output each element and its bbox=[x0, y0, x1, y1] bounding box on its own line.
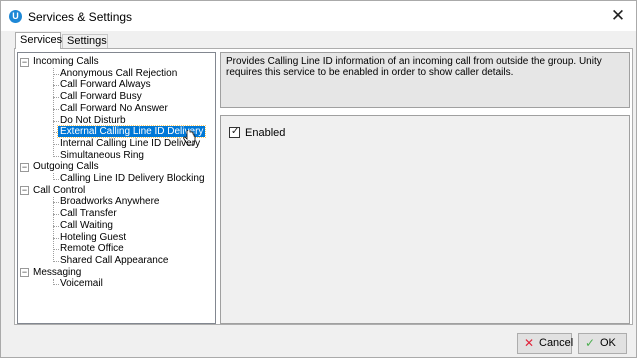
ok-button[interactable]: ✓ OK bbox=[578, 333, 627, 354]
tree-item-label: Shared Call Appearance bbox=[60, 254, 169, 266]
tree-connector bbox=[53, 173, 54, 180]
tree-item-label: Broadworks Anywhere bbox=[60, 196, 160, 208]
ok-check-icon: ✓ bbox=[585, 336, 596, 350]
tree-item-label: Call Forward Busy bbox=[60, 91, 142, 103]
collapse-icon[interactable]: − bbox=[20, 268, 29, 278]
tree-item-label: Simultaneous Ring bbox=[60, 149, 144, 161]
tab-services[interactable]: Services bbox=[15, 32, 62, 49]
cancel-x-icon: ✕ bbox=[524, 336, 535, 350]
tree-group[interactable]: Messaging bbox=[31, 267, 83, 279]
tree-item-label: Voicemail bbox=[60, 278, 103, 290]
tree-group-label: Call Control bbox=[33, 184, 86, 196]
tree-item-label: Calling Line ID Delivery Blocking bbox=[60, 173, 205, 184]
tree-connector bbox=[53, 68, 54, 157]
cancel-button-label: Cancel bbox=[539, 337, 574, 349]
tree-item[interactable]: Shared Call Appearance bbox=[58, 255, 170, 267]
tree-item[interactable]: Anonymous Call Rejection bbox=[58, 68, 179, 80]
tree-item-label: Call Forward No Answer bbox=[60, 102, 168, 114]
tree-item[interactable]: Internal Calling Line ID Delivery bbox=[58, 138, 202, 150]
tree-item[interactable]: Broadworks Anywhere bbox=[58, 196, 162, 208]
tree-item[interactable]: Call Forward No Answer bbox=[58, 103, 170, 115]
tree-group-label: Messaging bbox=[33, 266, 82, 278]
collapse-icon[interactable]: − bbox=[20, 186, 29, 196]
tree-item[interactable]: Call Transfer bbox=[58, 208, 119, 220]
tree-item-label: Remote Office bbox=[60, 243, 124, 255]
tree-item[interactable]: Voicemail bbox=[58, 278, 105, 290]
enabled-label: Enabled bbox=[245, 127, 286, 139]
collapse-icon[interactable]: − bbox=[20, 57, 29, 67]
window-title: Services & Settings bbox=[28, 10, 133, 24]
service-description: Provides Calling Line ID information of … bbox=[220, 52, 630, 108]
tree-connector bbox=[53, 278, 54, 286]
unity-app-icon: U bbox=[9, 10, 22, 23]
tree-connector bbox=[53, 196, 54, 262]
tree-item[interactable]: Call Waiting bbox=[58, 220, 115, 232]
services-tree[interactable]: − Incoming Calls Anonymous Call Rejection C… bbox=[17, 52, 216, 324]
enabled-checkbox[interactable]: ✓ bbox=[229, 126, 240, 138]
tree-item[interactable]: Call Forward Always bbox=[58, 79, 153, 91]
tree-group[interactable]: Outgoing Calls bbox=[31, 161, 101, 173]
collapse-icon[interactable]: − bbox=[20, 162, 29, 172]
tree-item-label: Call Waiting bbox=[60, 219, 113, 231]
tree-item-label: Anonymous Call Rejection bbox=[60, 67, 178, 79]
tree-item-label: Internal Calling Line ID Delivery bbox=[60, 137, 201, 149]
tree-item-label: Call Forward Always bbox=[60, 79, 151, 91]
tree-group[interactable]: Call Control bbox=[31, 185, 87, 197]
tree-group-label: Incoming Calls bbox=[33, 56, 99, 67]
checkmark-icon: ✓ bbox=[231, 126, 240, 137]
ok-button-label: OK bbox=[600, 337, 616, 349]
tree-group[interactable]: Incoming Calls bbox=[31, 56, 101, 68]
tree-item-label: Do Not Disturb bbox=[60, 114, 126, 126]
cancel-button[interactable]: ✕ Cancel bbox=[517, 333, 574, 354]
close-icon[interactable]: ✕ bbox=[608, 6, 628, 26]
services-settings-dialog: U Services & Settings ✕ Services Setting… bbox=[0, 0, 637, 358]
tree-group-label: Outgoing Calls bbox=[33, 161, 99, 173]
title-bar: U Services & Settings ✕ bbox=[1, 1, 636, 31]
tree-item[interactable]: Simultaneous Ring bbox=[58, 150, 146, 162]
tree-item[interactable]: Do Not Disturb bbox=[58, 115, 128, 127]
tab-settings[interactable]: Settings bbox=[62, 34, 108, 48]
service-settings-panel: ✓ Enabled bbox=[220, 115, 630, 324]
tree-item[interactable]: Calling Line ID Delivery Blocking bbox=[58, 173, 207, 185]
tree-item[interactable]: Remote Office bbox=[58, 243, 126, 255]
tree-item[interactable]: Call Forward Busy bbox=[58, 91, 144, 103]
tree-item-label: Call Transfer bbox=[60, 208, 117, 220]
tree-item-label: Hoteling Guest bbox=[60, 231, 127, 243]
tree-item[interactable]: Hoteling Guest bbox=[58, 232, 128, 244]
